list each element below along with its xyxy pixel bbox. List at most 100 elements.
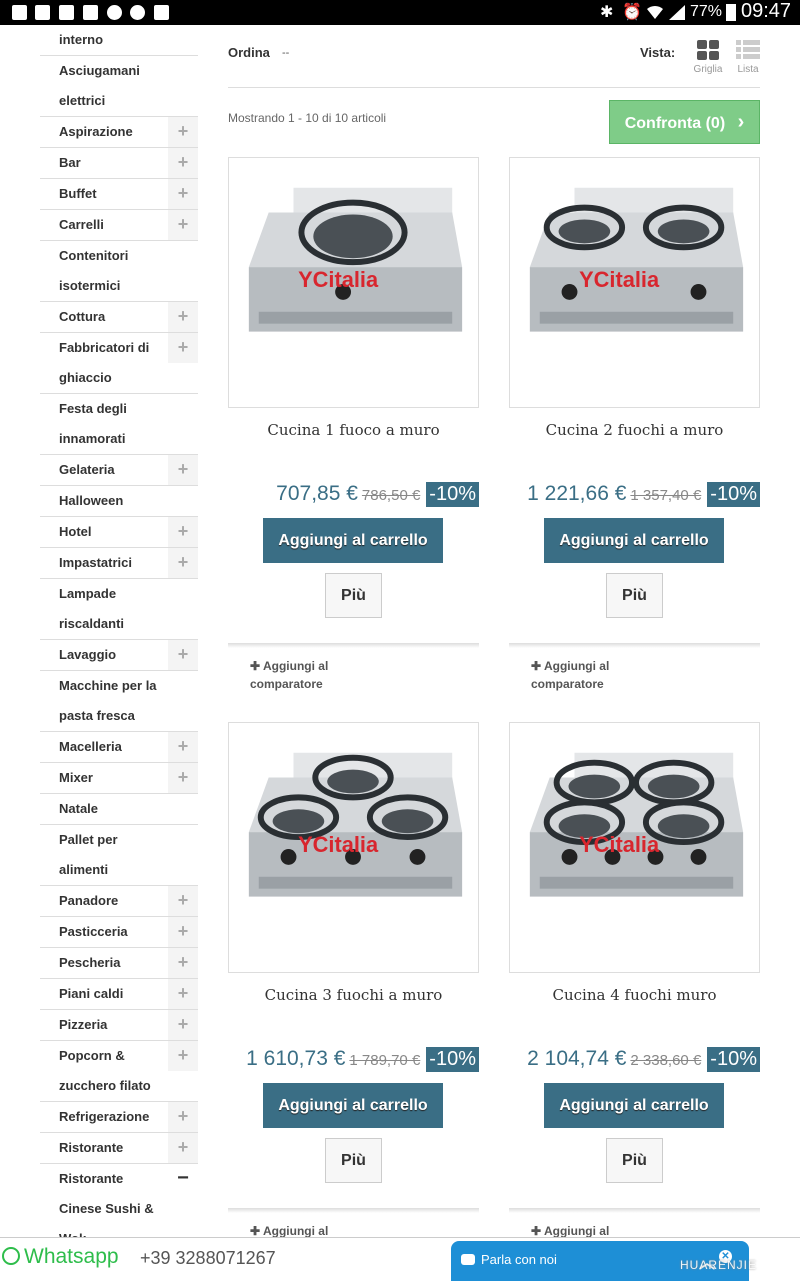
expand-icon[interactable]: + (168, 917, 198, 947)
sidebar-category[interactable]: Macelleria + (40, 732, 198, 763)
product-price: 707,85 € (276, 482, 358, 505)
sidebar-category[interactable]: Hotel + (40, 517, 198, 548)
sidebar-category-label[interactable]: Lampade riscaldanti (40, 579, 198, 639)
expand-icon[interactable]: + (168, 1133, 198, 1163)
sidebar-category[interactable]: Pizzeria + (40, 1010, 198, 1041)
list-view-button[interactable]: Lista (732, 39, 764, 77)
sort-select[interactable]: -- (282, 47, 289, 59)
sidebar-category[interactable]: Buffet + (40, 179, 198, 210)
more-button[interactable]: Più (606, 1138, 663, 1183)
wifi-icon (647, 5, 663, 19)
sidebar-category[interactable]: Refrigerazione + (40, 1102, 198, 1133)
add-to-cart-button[interactable]: Aggiungi al carrello (544, 1083, 724, 1128)
sidebar-category-label[interactable]: interno (40, 25, 198, 55)
price-row: 1 610,73 €1 789,70 € -10% (228, 1047, 479, 1072)
product-image[interactable]: YCitalia (509, 157, 760, 408)
sidebar-category-label[interactable]: Halloween (40, 486, 198, 516)
sidebar-category[interactable]: Natale (40, 794, 198, 825)
mail-icon (154, 5, 169, 20)
expand-icon[interactable]: + (168, 763, 198, 793)
plus-icon: ✚ (531, 659, 542, 673)
add-compare-label: comparatore (531, 677, 604, 691)
sidebar-category[interactable]: interno (40, 25, 198, 56)
expand-icon[interactable]: + (168, 1010, 198, 1040)
sidebar-category-label[interactable]: Natale (40, 794, 198, 824)
whatsapp-link[interactable]: Whatsapp (2, 1245, 119, 1269)
sidebar-category[interactable]: Asciugamani elettrici (40, 56, 198, 117)
price-row: 2 104,74 €2 338,60 € -10% (509, 1047, 760, 1072)
more-button[interactable]: Più (325, 573, 382, 618)
add-to-cart-button[interactable]: Aggiungi al carrello (544, 518, 724, 563)
sidebar-category[interactable]: Bar + (40, 148, 198, 179)
sidebar-category-label[interactable]: Contenitori isotermici (40, 241, 198, 301)
expand-icon[interactable]: + (168, 732, 198, 762)
clock: 09:47 (741, 0, 792, 22)
phone-number[interactable]: +39 3288071267 (140, 1248, 276, 1269)
product-name[interactable]: Cucina 1 fuoco a muro (228, 421, 479, 439)
sidebar-category[interactable]: Pallet per alimenti (40, 825, 198, 886)
facebook-icon (12, 5, 27, 20)
sidebar-category[interactable]: Piani caldi + (40, 979, 198, 1010)
more-button[interactable]: Più (325, 1138, 382, 1183)
product-image[interactable]: YCitalia (509, 722, 760, 973)
expand-icon[interactable]: + (168, 333, 198, 363)
sidebar-category[interactable]: Cottura + (40, 302, 198, 333)
more-button[interactable]: Più (606, 573, 663, 618)
sidebar-category[interactable]: Pescheria + (40, 948, 198, 979)
expand-icon[interactable]: + (168, 979, 198, 1009)
expand-icon[interactable]: + (168, 948, 198, 978)
expand-icon[interactable]: + (168, 1041, 198, 1071)
sidebar-category[interactable]: Pasticceria + (40, 917, 198, 948)
expand-icon[interactable]: + (168, 117, 198, 147)
expand-icon[interactable]: + (168, 455, 198, 485)
expand-icon[interactable]: + (168, 148, 198, 178)
sidebar-category[interactable]: Festa degli innamorati (40, 394, 198, 455)
grid-view-button[interactable]: Griglia (690, 39, 726, 77)
sidebar-category[interactable]: Gelateria + (40, 455, 198, 486)
sidebar-category-label[interactable]: Pallet per alimenti (40, 825, 198, 885)
sidebar-category[interactable]: Impastatrici + (40, 548, 198, 579)
product-name[interactable]: Cucina 4 fuochi muro (509, 986, 760, 1004)
expand-icon[interactable]: + (168, 517, 198, 547)
sidebar-category[interactable]: Fabbricatori di ghiaccio + (40, 333, 198, 394)
sidebar-category-label[interactable]: Macchine per la pasta fresca (40, 671, 198, 731)
sidebar-category[interactable]: Carrelli + (40, 210, 198, 241)
product-name[interactable]: Cucina 3 fuochi a muro (228, 986, 479, 1004)
sidebar-category[interactable]: Lampade riscaldanti (40, 579, 198, 640)
sidebar-category[interactable]: Aspirazione + (40, 117, 198, 148)
add-to-compare-link[interactable]: ✚ Aggiungi al comparatore (531, 657, 609, 693)
product-image[interactable]: YCitalia (228, 157, 479, 408)
expand-icon[interactable]: + (168, 886, 198, 916)
add-to-compare-link[interactable]: ✚ Aggiungi al comparatore (250, 657, 328, 693)
grid-view-label: Griglia (693, 64, 723, 75)
sidebar-category[interactable]: Panadore + (40, 886, 198, 917)
sidebar-category-label[interactable]: Asciugamani elettrici (40, 56, 198, 116)
product-name[interactable]: Cucina 2 fuochi a muro (509, 421, 760, 439)
price-row: 1 221,66 €1 357,40 € -10% (509, 482, 760, 507)
sidebar-category[interactable]: Lavaggio + (40, 640, 198, 671)
add-to-cart-button[interactable]: Aggiungi al carrello (263, 1083, 443, 1128)
image-icon (83, 5, 98, 20)
knob (280, 848, 297, 865)
expand-icon[interactable]: + (168, 179, 198, 209)
product-old-price: 1 789,70 € (349, 1052, 421, 1069)
sidebar-category[interactable]: Ristorante + (40, 1133, 198, 1164)
product-image[interactable]: YCitalia (228, 722, 479, 973)
expand-icon[interactable]: + (168, 302, 198, 332)
sidebar-category[interactable]: Halloween (40, 486, 198, 517)
expand-icon[interactable]: + (168, 1102, 198, 1132)
sidebar-category[interactable]: Macchine per la pasta fresca (40, 671, 198, 732)
expand-icon[interactable]: + (168, 548, 198, 578)
sidebar-category[interactable]: Contenitori isotermici (40, 241, 198, 302)
add-compare-label: Aggiungi al (262, 659, 329, 673)
add-to-cart-button[interactable]: Aggiungi al carrello (263, 518, 443, 563)
sidebar-category-label[interactable]: Festa degli innamorati (40, 394, 198, 454)
sidebar-category[interactable]: Popcorn & zucchero filato + (40, 1041, 198, 1102)
expand-icon[interactable]: + (168, 210, 198, 240)
price-row: 707,85 €786,50 € -10% (228, 482, 479, 507)
compare-button[interactable]: Confronta (0) › (609, 100, 760, 144)
sidebar-category[interactable]: Mixer + (40, 763, 198, 794)
expand-icon[interactable]: + (168, 640, 198, 670)
collapse-icon[interactable]: − (168, 1164, 198, 1194)
knob (409, 848, 426, 865)
